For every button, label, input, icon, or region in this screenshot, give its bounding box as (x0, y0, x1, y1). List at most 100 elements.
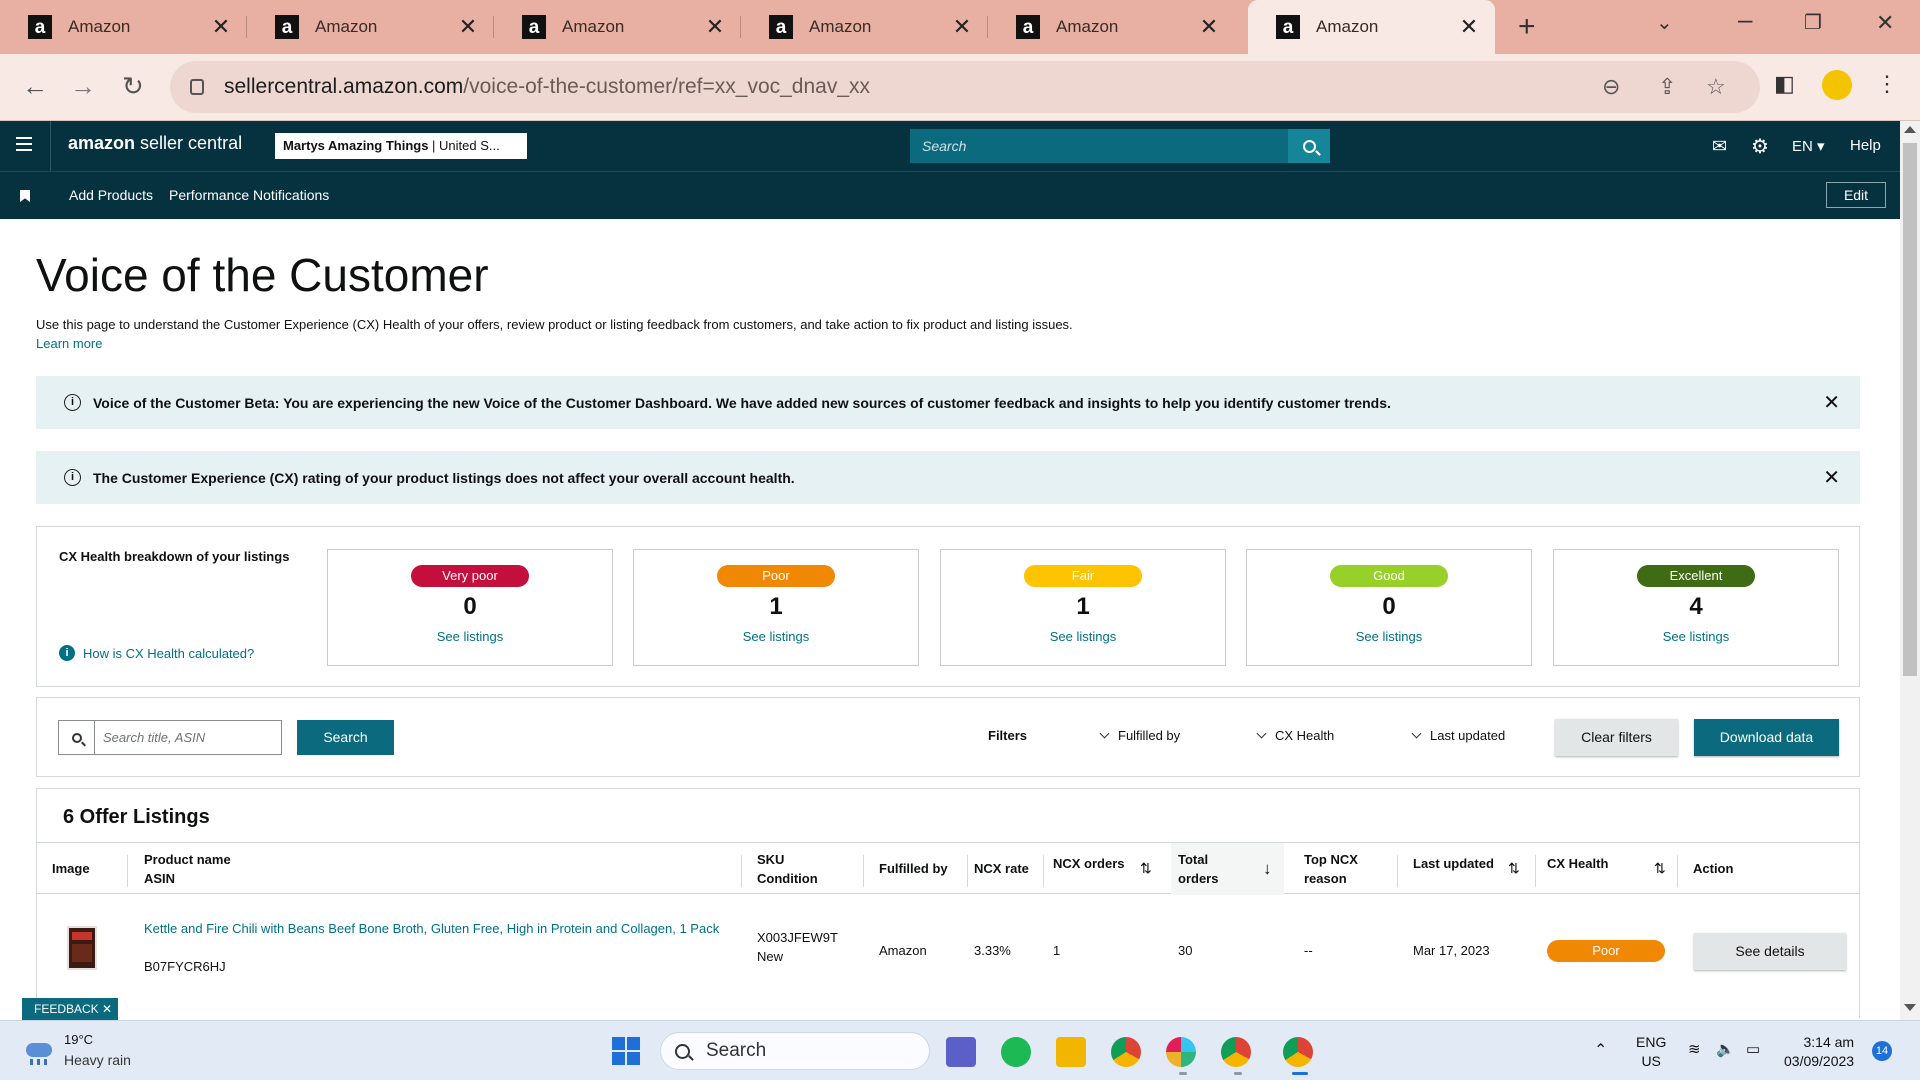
filter-cx-health[interactable]: CX Health (1256, 728, 1334, 743)
close-tab-icon[interactable]: ✕ (703, 14, 727, 40)
reload-icon[interactable]: ↻ (122, 71, 144, 102)
tab-search-chevron-icon[interactable]: ⌄ (1656, 10, 1673, 35)
store-switcher[interactable]: Martys Amazing Things | United S... (275, 133, 527, 159)
col-top-ncx-reason[interactable]: Top NCX reason (1304, 850, 1374, 888)
tray-overflow-chevron-icon[interactable]: ⌃ (1594, 1040, 1607, 1060)
col-total-orders[interactable]: Total orders (1178, 850, 1238, 888)
listing-search-button[interactable]: Search (297, 720, 394, 755)
browser-tab[interactable]: a Amazon ✕ (988, 0, 1235, 54)
lock-icon[interactable] (190, 79, 204, 95)
browser-tab[interactable]: a Amazon ✕ (247, 0, 494, 54)
close-tab-icon[interactable]: ✕ (1197, 14, 1221, 40)
header-search-input[interactable]: Search (910, 129, 1288, 163)
col-action: Action (1693, 861, 1734, 876)
close-tab-icon[interactable]: ✕ (950, 14, 974, 40)
see-listings-link[interactable]: See listings (941, 629, 1225, 644)
filter-last-updated[interactable]: Last updated (1411, 728, 1505, 743)
scroll-up-icon[interactable] (1904, 126, 1916, 133)
header-search-button[interactable] (1288, 129, 1330, 163)
language-selector[interactable]: EN ▾ (1792, 137, 1825, 155)
chrome-icon[interactable] (1111, 1037, 1141, 1067)
product-name-link[interactable]: Kettle and Fire Chili with Beans Beef Bo… (144, 919, 724, 938)
notification-badge[interactable]: 14 (1872, 1041, 1892, 1061)
cx-health-help-link[interactable]: i How is CX Health calculated? (59, 645, 254, 661)
help-link[interactable]: Help (1850, 137, 1881, 154)
listing-search-input[interactable]: Search title, ASIN (94, 720, 282, 755)
learn-more-link[interactable]: Learn more (36, 336, 102, 351)
browser-tab[interactable]: a Amazon ✕ (494, 0, 741, 54)
file-explorer-icon[interactable] (1056, 1037, 1086, 1067)
seller-central-logo[interactable]: amazon seller central (68, 133, 242, 154)
filter-fulfilled-by[interactable]: Fulfilled by (1099, 728, 1180, 743)
scrollbar-thumb[interactable] (1903, 143, 1917, 676)
taskbar-running-indicator (1234, 1072, 1242, 1075)
wifi-icon[interactable]: ≋ (1688, 1040, 1701, 1058)
volume-icon[interactable]: 🔈 (1716, 1040, 1735, 1058)
sort-icon[interactable]: ⇅ (1508, 860, 1520, 877)
tab-title: Amazon (562, 17, 625, 36)
close-window-icon[interactable]: ✕ (1876, 10, 1894, 36)
browser-tab[interactable]: a Amazon ✕ (0, 0, 247, 54)
see-listings-link[interactable]: See listings (1554, 629, 1838, 644)
col-cx-health[interactable]: CX Health (1547, 854, 1608, 873)
browser-tab-active[interactable]: a Amazon ✕ (1248, 0, 1495, 54)
col-sku[interactable]: SKU Condition (757, 850, 818, 888)
share-icon[interactable]: ⇪ (1658, 74, 1676, 100)
mail-icon[interactable]: ✉ (1712, 136, 1727, 157)
close-icon[interactable]: ✕ (1823, 465, 1840, 490)
address-bar[interactable]: sellercentral.amazon.com/voice-of-the-cu… (170, 61, 1760, 113)
system-clock[interactable]: 3:14 am 03/09/2023 (1784, 1033, 1854, 1071)
minimize-icon[interactable]: – (1738, 4, 1752, 35)
sort-icon[interactable]: ⇅ (1140, 860, 1152, 877)
weather-description[interactable]: Heavy rain (64, 1052, 131, 1068)
see-listings-link[interactable]: See listings (634, 629, 918, 644)
menu-kebab-icon[interactable]: ⋮ (1876, 71, 1898, 97)
chrome-profile-icon[interactable] (1221, 1037, 1251, 1067)
weather-rain-icon[interactable] (22, 1037, 54, 1065)
product-thumbnail[interactable] (67, 926, 97, 970)
close-tab-icon[interactable]: ✕ (209, 14, 233, 40)
ncx-rate-value: 3.33% (974, 943, 1011, 958)
slack-icon[interactable] (1166, 1037, 1196, 1067)
hamburger-menu-icon[interactable] (16, 137, 32, 151)
back-icon[interactable]: ← (22, 71, 48, 102)
gear-icon[interactable]: ⚙ (1751, 134, 1769, 159)
sort-icon[interactable]: ⇅ (1654, 860, 1666, 877)
feedback-tab[interactable]: FEEDBACK ✕ (22, 998, 118, 1020)
new-tab-icon[interactable]: + (1518, 10, 1536, 44)
col-last-updated[interactable]: Last updated (1413, 854, 1494, 873)
nav-add-products[interactable]: Add Products (69, 187, 153, 203)
clear-filters-button[interactable]: Clear filters (1555, 719, 1678, 756)
battery-icon[interactable]: ▭ (1746, 1040, 1760, 1058)
profile-avatar[interactable] (1822, 70, 1852, 100)
col-ncx-rate[interactable]: NCX rate (974, 859, 1029, 878)
close-icon[interactable]: ✕ (1823, 390, 1840, 415)
spotify-icon[interactable] (1001, 1037, 1031, 1067)
side-panel-icon[interactable]: ◧ (1774, 71, 1795, 97)
close-tab-icon[interactable]: ✕ (456, 14, 480, 40)
col-fulfilled-by[interactable]: Fulfilled by (879, 859, 948, 878)
chrome-active-icon[interactable] (1283, 1037, 1313, 1067)
weather-temperature[interactable]: 19°C (64, 1032, 93, 1047)
close-tab-icon[interactable]: ✕ (1457, 14, 1481, 40)
sort-desc-icon[interactable]: ↓ (1263, 859, 1272, 879)
restore-icon[interactable]: ❐ (1804, 10, 1822, 35)
see-listings-link[interactable]: See listings (328, 629, 612, 644)
see-details-button[interactable]: See details (1694, 933, 1846, 970)
col-ncx-orders[interactable]: NCX orders (1053, 854, 1125, 873)
col-product-name[interactable]: Product name ASIN (144, 850, 231, 888)
see-listings-link[interactable]: See listings (1247, 629, 1531, 644)
edit-nav-button[interactable]: Edit (1826, 182, 1886, 208)
forward-icon[interactable]: → (70, 71, 96, 102)
download-data-button[interactable]: Download data (1694, 719, 1839, 756)
scroll-down-icon[interactable] (1904, 1004, 1916, 1011)
browser-tab[interactable]: a Amazon ✕ (741, 0, 988, 54)
zoom-icon[interactable]: ⊖ (1602, 74, 1620, 100)
taskbar-search[interactable]: Search (660, 1032, 930, 1070)
nav-performance-notifications[interactable]: Performance Notifications (169, 187, 329, 203)
language-indicator[interactable]: ENG US (1636, 1033, 1666, 1071)
windows-start-icon[interactable] (612, 1037, 640, 1065)
bookmark-icon[interactable] (20, 190, 30, 202)
teams-icon[interactable] (946, 1037, 976, 1067)
bookmark-star-icon[interactable]: ☆ (1706, 74, 1726, 100)
